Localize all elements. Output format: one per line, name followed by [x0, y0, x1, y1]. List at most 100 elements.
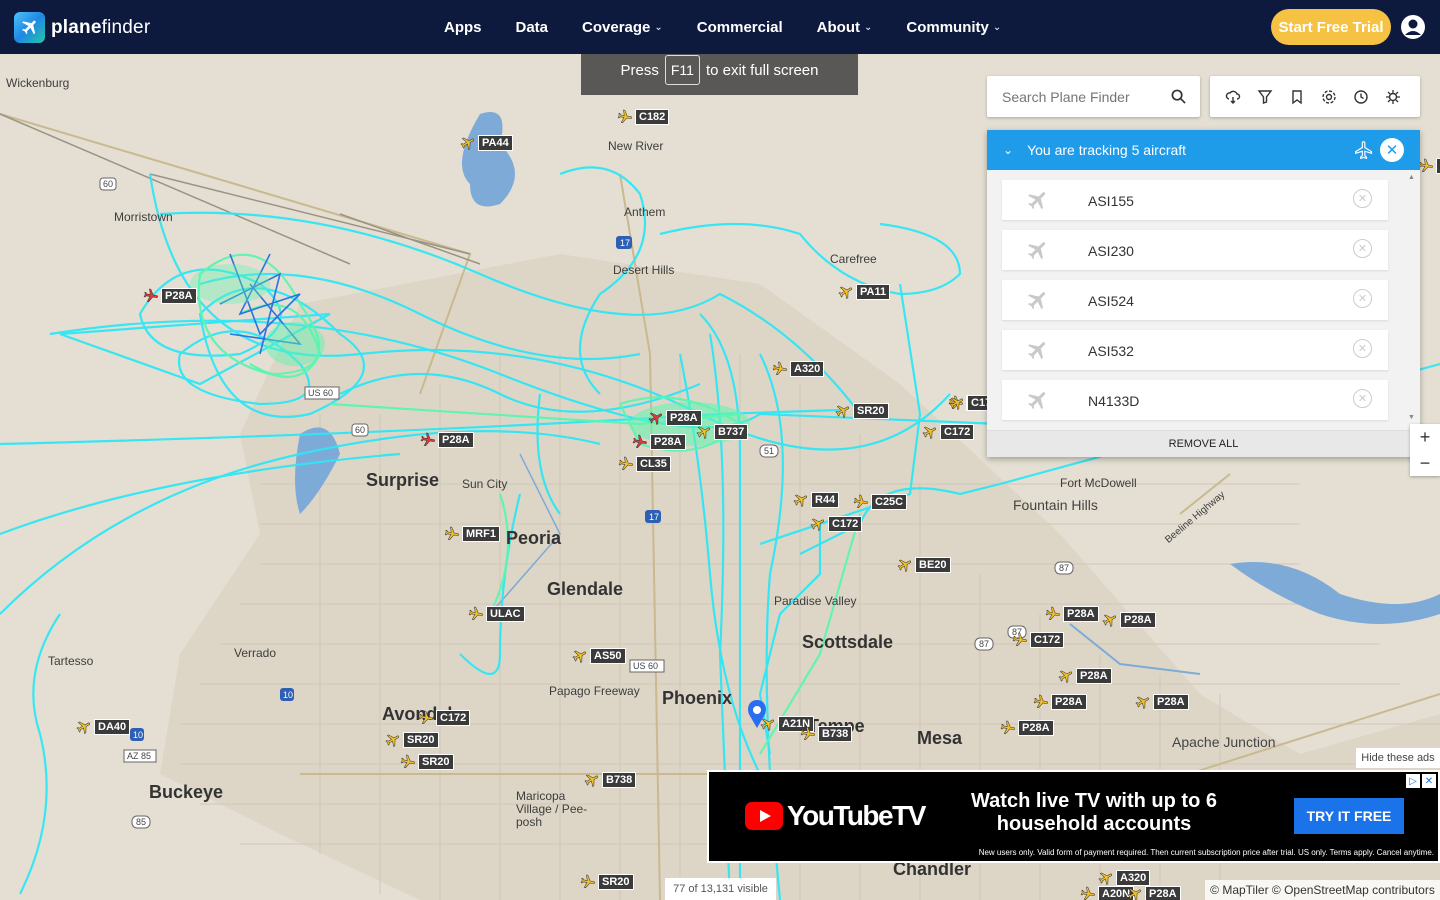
advertisement-banner[interactable]: YouTubeTV Watch live TV with up to 6 hou… — [707, 770, 1440, 863]
aircraft-marker[interactable]: C172 — [922, 424, 975, 440]
aircraft-marker[interactable]: ULAC — [468, 606, 525, 622]
remove-aircraft-icon[interactable]: ✕ — [1353, 189, 1372, 208]
aircraft-marker[interactable]: P28A — [1033, 694, 1087, 710]
aircraft-marker[interactable]: DA40 — [76, 719, 131, 735]
bookmark-icon[interactable] — [1289, 89, 1305, 105]
aircraft-marker[interactable]: A21 — [1418, 158, 1440, 174]
aircraft-marker[interactable]: SR20 — [400, 754, 454, 770]
aircraft-marker[interactable]: C172 — [1012, 632, 1065, 648]
aircraft-marker[interactable]: P28A — [1000, 720, 1054, 736]
aircraft-marker[interactable]: C25C — [853, 494, 908, 510]
aircraft-marker[interactable]: A20N — [1080, 886, 1135, 900]
zoom-out-button[interactable]: − — [1410, 450, 1440, 476]
plane-outline-icon[interactable] — [1354, 140, 1374, 160]
airplane-icon — [617, 109, 632, 123]
close-tracking-button[interactable]: ✕ — [1380, 138, 1404, 162]
aircraft-marker[interactable]: P28A — [143, 288, 197, 304]
f11-key: F11 — [664, 55, 700, 85]
aircraft-type-label: CL35 — [636, 456, 671, 472]
aircraft-type-label: C172 — [1030, 632, 1065, 648]
search-icon[interactable] — [1171, 89, 1186, 104]
zoom-in-button[interactable]: + — [1410, 424, 1440, 450]
aircraft-registration: ASI532 — [1088, 343, 1134, 359]
aircraft-type-label: P28A — [650, 434, 686, 450]
aircraft-type-label: C172 — [436, 710, 471, 726]
filter-icon[interactable] — [1257, 89, 1273, 105]
scroll-down-icon[interactable]: ▼ — [1408, 414, 1415, 421]
aircraft-marker[interactable]: P28A — [420, 432, 474, 448]
airplane-icon — [1033, 694, 1048, 708]
aircraft-type-label: AS50 — [590, 648, 626, 664]
scroll-up-icon[interactable]: ▲ — [1408, 174, 1415, 181]
tracked-aircraft-item[interactable]: N4133D ✕ — [1002, 380, 1388, 420]
ad-cta-button[interactable]: TRY IT FREE — [1294, 798, 1404, 834]
aircraft-marker[interactable]: B738 — [584, 772, 637, 788]
tracked-aircraft-item[interactable]: ASI532 ✕ — [1002, 330, 1388, 370]
aircraft-marker[interactable]: SR20 — [385, 732, 439, 748]
start-free-trial-button[interactable]: Start Free Trial — [1271, 9, 1391, 45]
weather-icon[interactable] — [1225, 89, 1241, 105]
aircraft-marker[interactable]: SR20 — [835, 403, 889, 419]
user-account-icon[interactable] — [1400, 14, 1426, 40]
nav-community[interactable]: Community ⌄ — [906, 19, 1001, 36]
aircraft-marker[interactable]: R44 — [793, 492, 840, 508]
nav-apps-label: Apps — [444, 18, 482, 36]
nav-apps[interactable]: Apps — [444, 19, 482, 36]
airplane-icon — [838, 286, 852, 299]
tracked-aircraft-item[interactable]: ASI524 ✕ — [1002, 280, 1388, 320]
aircraft-type-label: P28A — [1145, 886, 1181, 900]
tracked-aircraft-item[interactable]: ASI155 ✕ — [1002, 180, 1388, 220]
aircraft-marker[interactable]: P28A — [1127, 886, 1181, 900]
aircraft-marker[interactable]: B737 — [696, 424, 749, 440]
remove-aircraft-icon[interactable]: ✕ — [1353, 289, 1372, 308]
aircraft-marker[interactable]: C172 — [418, 710, 471, 726]
aircraft-marker[interactable]: AS50 — [572, 648, 626, 664]
aircraft-marker[interactable]: BE20 — [897, 557, 951, 573]
ad-close-icon[interactable]: ✕ — [1422, 774, 1436, 788]
airplane-icon — [922, 426, 936, 439]
aircraft-marker[interactable]: P28A — [1135, 694, 1189, 710]
nav-about[interactable]: About ⌄ — [817, 19, 873, 36]
aircraft-marker[interactable]: PA11 — [838, 284, 891, 300]
aircraft-marker[interactable]: P28A — [1102, 612, 1156, 628]
place-label: Desert Hills — [613, 263, 675, 277]
ad-choices-icon[interactable]: ▷ — [1406, 774, 1420, 788]
aircraft-marker[interactable]: PA44 — [460, 135, 513, 151]
tracked-aircraft-item[interactable]: ASI230 ✕ — [1002, 230, 1388, 270]
aircraft-marker[interactable]: P28A — [1045, 606, 1099, 622]
virus-icon[interactable] — [1385, 89, 1401, 105]
aircraft-type-label: B737 — [714, 424, 749, 440]
aircraft-marker[interactable]: P28A — [1058, 668, 1112, 684]
remove-all-button[interactable]: REMOVE ALL — [987, 430, 1420, 457]
map-attribution[interactable]: © MapTiler © OpenStreetMap contributors — [1205, 880, 1440, 900]
logo-text: planefinder — [51, 16, 151, 38]
nav-data[interactable]: Data — [516, 19, 549, 36]
aircraft-marker[interactable]: P28A — [632, 434, 686, 450]
aircraft-marker[interactable]: C182 — [617, 109, 670, 125]
aircraft-marker[interactable]: A320 — [1098, 870, 1151, 886]
search-input[interactable] — [1002, 88, 1162, 105]
list-scrollbar[interactable]: ▲ ▼ — [1405, 174, 1417, 424]
playback-icon[interactable] — [1353, 89, 1369, 105]
hide-ads-link[interactable]: Hide these ads — [1356, 748, 1440, 768]
aircraft-marker[interactable]: CL35 — [618, 456, 671, 472]
tracking-header[interactable]: ⌄ You are tracking 5 aircraft ✕ — [987, 130, 1420, 170]
aircraft-marker[interactable]: P28A — [648, 410, 702, 426]
aircraft-type-label: SR20 — [403, 732, 439, 748]
aircraft-marker[interactable]: B738 — [800, 726, 853, 742]
settings-icon[interactable] — [1321, 89, 1337, 105]
aircraft-marker[interactable]: A320 — [772, 361, 825, 377]
nav-coverage[interactable]: Coverage ⌄ — [582, 19, 663, 36]
nav-commercial[interactable]: Commercial — [697, 19, 783, 36]
aircraft-marker[interactable]: SR20 — [580, 874, 634, 890]
remove-aircraft-icon[interactable]: ✕ — [1353, 339, 1372, 358]
remove-aircraft-icon[interactable]: ✕ — [1353, 389, 1372, 408]
aircraft-marker[interactable]: MRF1 — [444, 526, 500, 542]
planefinder-logo[interactable]: planefinder — [14, 12, 150, 43]
aircraft-type-label: P28A — [1051, 694, 1087, 710]
aircraft-type-label: SR20 — [418, 754, 454, 770]
aircraft-marker[interactable]: C172 — [810, 516, 863, 532]
chevron-down-icon[interactable]: ⌄ — [1003, 143, 1013, 157]
remove-aircraft-icon[interactable]: ✕ — [1353, 239, 1372, 258]
airplane-icon — [853, 494, 868, 508]
